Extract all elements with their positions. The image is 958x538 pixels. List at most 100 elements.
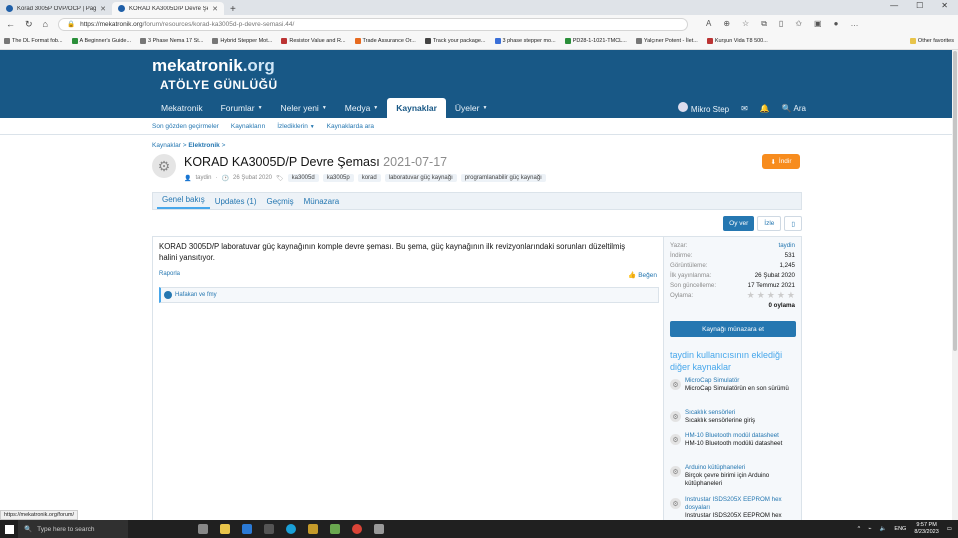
tag[interactable]: ka3005d: [287, 174, 319, 182]
gear-icon: ⚙: [670, 379, 681, 390]
discuss-button[interactable]: Kaynağı münazara et: [670, 321, 796, 337]
resource-link[interactable]: Instrustar ISDS205X EEPROM hex dosyaları: [685, 496, 800, 512]
tab-discussion[interactable]: Münazara: [299, 197, 345, 209]
refresh-icon[interactable]: ↻: [25, 19, 33, 30]
bookmark-item[interactable]: Yalçıner Potent - İlet...: [635, 38, 698, 44]
tab-updates[interactable]: Updates (1): [210, 197, 262, 209]
subnav-search-resources[interactable]: Kaynaklarda ara: [327, 123, 374, 130]
bookmark-item[interactable]: Track your package...: [424, 38, 486, 44]
user-menu[interactable]: Mikro Step: [677, 102, 729, 114]
network-icon[interactable]: ⌁: [868, 526, 871, 532]
report-link[interactable]: Raporla: [159, 271, 180, 277]
zoom-icon[interactable]: ⊕: [723, 19, 730, 29]
nav-item-mekatronik[interactable]: Mekatronik: [152, 98, 212, 118]
resource-link[interactable]: HM-10 Bluetooth modül datasheet: [685, 432, 782, 440]
other-resources-heading[interactable]: taydin kullanıcısının eklediği diğer kay…: [670, 349, 800, 373]
tab-history[interactable]: Geçmiş: [262, 197, 299, 209]
bookmark-item[interactable]: A Beginner's Guide...: [71, 38, 131, 44]
close-window-icon[interactable]: ✕: [941, 1, 948, 10]
thumbs-up-icon: 👍: [628, 272, 637, 279]
settings-more-icon[interactable]: …: [850, 19, 858, 29]
breadcrumb-item[interactable]: Kaynaklar: [152, 142, 181, 149]
other-favorites[interactable]: Other favorites: [909, 38, 954, 44]
bookmark-item[interactable]: Resistor Value and R...: [281, 38, 346, 44]
nav-item-forumlar[interactable]: Forumlar ▼: [212, 98, 272, 118]
close-icon[interactable]: ✕: [212, 5, 218, 13]
resource-link[interactable]: Arduino kütüphaneleri: [685, 464, 800, 472]
back-icon[interactable]: ←: [6, 19, 15, 29]
split-screen-icon[interactable]: ▯: [779, 19, 783, 29]
bookmark-item[interactable]: 3 phase stepper mo...: [494, 38, 556, 44]
collections-icon[interactable]: ▣: [814, 19, 822, 29]
bookmark-item[interactable]: PD28-1-1021-TMCL...: [564, 38, 627, 44]
watch-button[interactable]: İzle: [757, 216, 782, 231]
minimize-icon[interactable]: —: [890, 1, 898, 10]
volume-icon[interactable]: 🔈: [880, 526, 887, 532]
tray-chevron-icon[interactable]: ^: [858, 526, 861, 532]
tag[interactable]: laboratuvar güç kaynağı: [384, 174, 457, 182]
bookmark-item[interactable]: Kurşun Vida T8 500...: [706, 38, 768, 44]
nav-item-uyeler[interactable]: Üyeler ▼: [446, 98, 497, 118]
bell-icon[interactable]: 🔔: [760, 104, 770, 113]
tag[interactable]: ka3005p: [322, 174, 354, 182]
file-explorer-icon[interactable]: [220, 524, 230, 534]
nav-item-kaynaklar[interactable]: Kaynaklar: [387, 98, 446, 118]
author-link[interactable]: taydin: [778, 242, 795, 249]
tag[interactable]: korad: [357, 174, 381, 182]
url-input[interactable]: 🔒 https://mekatronik.org/forum/resources…: [57, 17, 688, 31]
resource-link[interactable]: Sıcaklık sensörleri: [685, 409, 755, 417]
subnav-latest-reviews[interactable]: Son gözden geçirmeler: [152, 123, 219, 130]
taskbar-search[interactable]: 🔍 Type here to search: [18, 520, 128, 538]
mail-icon[interactable]: [242, 524, 252, 534]
clock[interactable]: 9:57 PM 8/23/2023: [914, 522, 938, 536]
home-icon[interactable]: ⌂: [43, 19, 48, 29]
app-icon[interactable]: [308, 524, 318, 534]
maximize-icon[interactable]: ☐: [916, 1, 923, 10]
language-indicator[interactable]: ENG: [894, 526, 906, 532]
start-button[interactable]: [0, 520, 18, 538]
app-icon[interactable]: [374, 524, 384, 534]
bookmark-item[interactable]: Hybrid Stepper Mot...: [212, 38, 272, 44]
author-link[interactable]: taydin: [195, 175, 211, 181]
nav-item-neler-yeni[interactable]: Neler yeni ▼: [272, 98, 336, 118]
favorite-star-icon[interactable]: ☆: [742, 19, 749, 29]
tab-overview[interactable]: Genel bakış: [157, 195, 210, 209]
bookmark-icon: [494, 38, 501, 44]
rating-stars[interactable]: ★ ★ ★ ★ ★: [747, 290, 795, 301]
profile-icon[interactable]: ●: [834, 19, 839, 29]
resource-link[interactable]: MicroCap Simulatör: [685, 377, 789, 385]
app-icon[interactable]: [330, 524, 340, 534]
favorites-icon[interactable]: ✩: [795, 19, 802, 29]
inbox-icon[interactable]: ✉: [741, 104, 748, 113]
download-button[interactable]: ⬇ İndir: [762, 154, 800, 169]
notification-icon[interactable]: ▭: [947, 526, 952, 532]
bookmark-item[interactable]: Trade Assurance Or...: [354, 38, 416, 44]
nav-item-medya[interactable]: Medya ▼: [336, 98, 387, 118]
subnav-your-resources[interactable]: Kaynakların: [231, 123, 265, 130]
like-button[interactable]: 👍 Beğen: [628, 271, 657, 279]
extensions-icon[interactable]: ⧉: [761, 19, 767, 29]
browser-tab-2[interactable]: KORAD KA3005D/P Devre Şemas... ✕: [112, 2, 224, 15]
task-view-icon[interactable]: [198, 524, 208, 534]
edge-icon[interactable]: [286, 524, 296, 534]
new-tab-button[interactable]: +: [224, 4, 242, 15]
read-aloud-icon[interactable]: A: [706, 19, 711, 29]
search-button[interactable]: 🔍 Ara: [782, 104, 806, 113]
browser-tab-1[interactable]: Korad 3005P OVP/OCP | Page 2 | ✕: [0, 2, 112, 15]
likers-list[interactable]: Hafakan ve fmy: [175, 292, 217, 298]
tag[interactable]: programlanabilir güç kaynağı: [460, 174, 546, 182]
breadcrumb-item[interactable]: Elektronik: [188, 142, 219, 149]
info-row: İndirme: 531: [670, 251, 795, 259]
store-icon[interactable]: [264, 524, 274, 534]
close-icon[interactable]: ✕: [100, 5, 106, 13]
rate-button[interactable]: Oy ver: [723, 216, 755, 231]
page-scrollbar[interactable]: [952, 50, 958, 520]
bookmark-item[interactable]: The DL Format fob...: [4, 38, 63, 44]
subnav-watched[interactable]: İzlediklerin ▼: [277, 123, 314, 130]
bookmark-button[interactable]: ▯: [784, 216, 802, 231]
bookmark-item[interactable]: 3 Phase Nema 17 St...: [140, 38, 203, 44]
chrome-icon[interactable]: [352, 524, 362, 534]
site-logo[interactable]: mekatronik.org: [152, 56, 275, 76]
scrollbar-thumb[interactable]: [953, 51, 957, 351]
gear-icon: ⚙: [670, 411, 681, 422]
